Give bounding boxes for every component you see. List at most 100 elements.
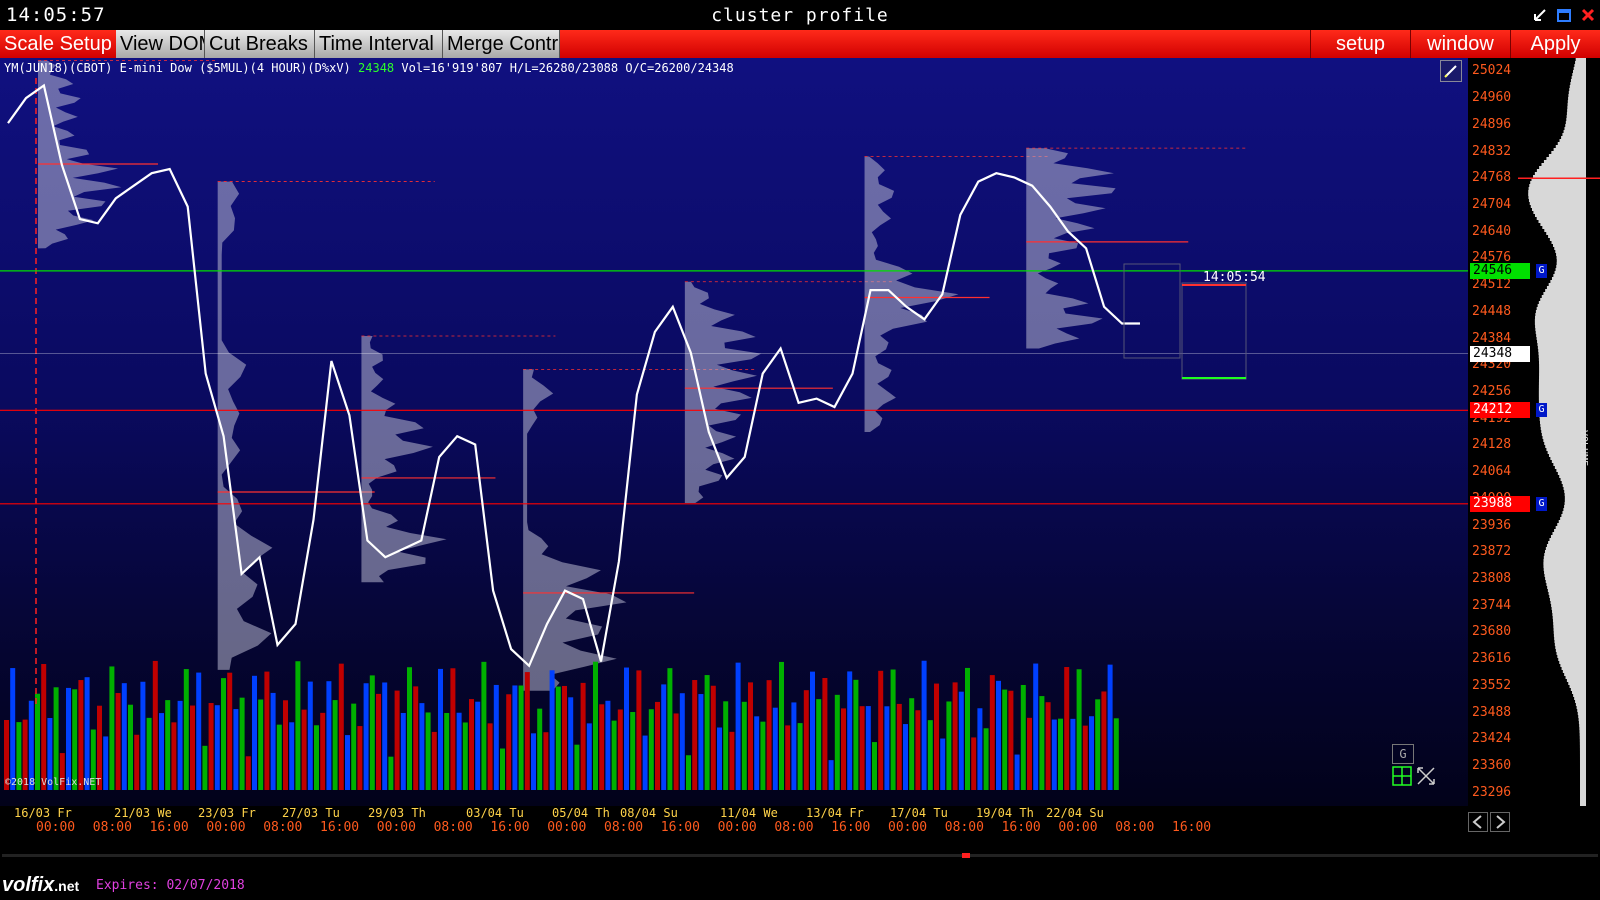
grid-icon[interactable]	[1392, 766, 1412, 786]
volume-bar	[772, 707, 778, 790]
level-tag[interactable]: G	[1536, 403, 1547, 418]
minimize-icon[interactable]	[1532, 7, 1548, 23]
volume-histogram-bar	[1568, 97, 1586, 100]
volume-bar	[53, 687, 59, 790]
time-label: 08:00	[92, 820, 132, 835]
volume-bar	[196, 672, 202, 790]
volume-histogram-bar	[1574, 64, 1586, 67]
time-axis[interactable]: 16/03 Fr 21/03 We 23/03 Fr 27/03 Tu 29/03 Th…	[0, 806, 1468, 846]
volume-histogram-bar	[1564, 502, 1586, 505]
g-icon[interactable]: G	[1392, 744, 1414, 764]
volume-label: VOLUME	[1578, 430, 1589, 467]
scale-setup-button[interactable]: Scale Setup	[0, 30, 116, 58]
volume-histogram-bar	[1538, 394, 1586, 397]
volume-histogram-bar	[1573, 694, 1586, 697]
volume-histogram-bar	[1543, 292, 1586, 295]
volume-histogram-bar	[1536, 334, 1586, 337]
volume-histogram-bar	[1579, 784, 1586, 787]
volume-histogram-bar	[1579, 793, 1586, 796]
volume-histogram-bar	[1528, 199, 1586, 202]
time-label: 08:00	[1115, 820, 1155, 835]
price-tick: 24512	[1472, 277, 1512, 293]
window-button[interactable]: window	[1410, 30, 1510, 58]
price-axis[interactable]: 25024 24960 24896 24832 24768 24704 24640 24576…	[1468, 58, 1518, 806]
volume-histogram-bar	[1559, 475, 1586, 478]
volume-histogram-bar	[1539, 370, 1586, 373]
volume-histogram-bar	[1539, 364, 1586, 367]
level-tag[interactable]: G	[1536, 496, 1547, 511]
volume-bar	[797, 723, 803, 790]
scroll-track[interactable]	[2, 854, 1598, 857]
volume-histogram-bar	[1535, 313, 1586, 316]
level-tag[interactable]: G	[1536, 263, 1547, 278]
volume-bar	[531, 733, 536, 790]
volume-histogram-bar	[1569, 88, 1586, 91]
volume-bar	[543, 732, 549, 790]
volume-bar	[859, 706, 865, 790]
dom-box-live	[1181, 282, 1247, 380]
cluster-profile	[864, 156, 959, 432]
volume-histogram-bar	[1566, 112, 1586, 115]
volume-histogram-bar	[1564, 493, 1586, 496]
volume-bar	[10, 668, 16, 790]
volume-histogram-bar	[1550, 601, 1586, 604]
volume-bar	[989, 675, 995, 790]
chevron-left-icon[interactable]	[1468, 812, 1488, 832]
volume-histogram-bar	[1551, 241, 1586, 244]
setup-button[interactable]: setup	[1310, 30, 1410, 58]
close-icon[interactable]	[1580, 7, 1596, 23]
volume-histogram-bar	[1528, 193, 1586, 196]
price-level-label[interactable]: 24546	[1470, 262, 1530, 279]
maximize-icon[interactable]	[1556, 7, 1572, 23]
volume-histogram-bar	[1579, 763, 1586, 766]
volume-histogram-bar	[1529, 202, 1586, 205]
volume-histogram-bar	[1547, 586, 1586, 589]
price-level-label[interactable]: 24348	[1470, 345, 1530, 362]
time-label: 16:00	[1172, 820, 1212, 835]
volume-bar	[295, 661, 301, 790]
volume-bar	[456, 712, 462, 790]
volume-histogram-bar	[1556, 265, 1586, 268]
volume-histogram-bar	[1553, 631, 1586, 634]
volume-bar	[692, 680, 698, 790]
volume-bar	[667, 668, 673, 790]
chevron-right-icon[interactable]	[1490, 812, 1510, 832]
horizontal-scrollbar[interactable]	[0, 846, 1600, 866]
volume-bar	[630, 712, 636, 790]
live-time: 14:05:54	[1203, 270, 1266, 285]
volume-bar	[624, 667, 629, 790]
volume-bar	[270, 692, 276, 790]
volume-bar	[909, 698, 915, 790]
expand-icon[interactable]	[1416, 766, 1436, 786]
volume-histogram-bar	[1571, 76, 1586, 79]
volume-histogram-bar	[1545, 547, 1586, 550]
volume-histogram-bar	[1557, 142, 1586, 145]
scroll-thumb[interactable]	[962, 853, 970, 858]
volume-histogram-bar	[1580, 805, 1586, 808]
price-level-label[interactable]: 24212	[1470, 402, 1530, 419]
volume-bar	[258, 699, 264, 790]
volume-histogram-bar	[1579, 757, 1586, 760]
price-tick: 23744	[1472, 597, 1512, 613]
volume-histogram-bar	[1538, 352, 1586, 355]
chart-plot-area[interactable]: YM(JUN18)(CBOT) E-mini Dow ($5MUL)(4 HOU…	[0, 58, 1468, 806]
volume-bar	[673, 713, 679, 790]
volume-histogram-bar	[1546, 583, 1586, 586]
date-label: 13/04 Fr	[806, 806, 864, 820]
merge-contracts-button[interactable]: Merge Contr	[443, 30, 560, 58]
time-interval-button[interactable]: Time Interval	[315, 30, 443, 58]
volume-histogram-bar	[1579, 754, 1586, 757]
volume-bar	[332, 700, 338, 790]
pencil-icon[interactable]	[1440, 60, 1462, 82]
volume-bar	[500, 748, 505, 790]
cut-breaks-button[interactable]: Cut Breaks	[205, 30, 315, 58]
time-label: 16:00	[660, 820, 700, 835]
price-level-label[interactable]: 23988	[1470, 495, 1530, 512]
volume-histogram-bar	[1539, 367, 1586, 370]
view-dom-button[interactable]: View DOM	[116, 30, 205, 58]
volume-bar	[1020, 684, 1026, 790]
volume-histogram-bar	[1531, 208, 1586, 211]
apply-button[interactable]: Apply	[1510, 30, 1600, 58]
date-label: 21/03 We	[114, 806, 172, 820]
volume-histogram-bar	[1552, 610, 1586, 613]
